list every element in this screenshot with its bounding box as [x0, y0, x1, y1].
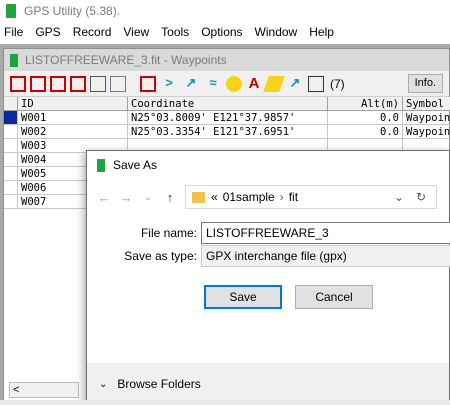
- save-as-title-bar: Save As: [87, 151, 449, 179]
- row-indicator: [4, 181, 18, 195]
- gps-utility-doc-icon: [10, 53, 18, 67]
- text-icon[interactable]: A: [246, 75, 262, 92]
- back-arrow-icon[interactable]: ←: [93, 190, 115, 205]
- forward-arrow-icon[interactable]: →: [115, 190, 137, 205]
- menu-view[interactable]: View: [122, 25, 150, 39]
- recent-locations-chevron-icon[interactable]: ⌄: [137, 192, 159, 203]
- folder-icon: [192, 191, 205, 203]
- toolbar-separator: [130, 76, 136, 92]
- save-as-title: Save As: [113, 158, 158, 172]
- save-type-select[interactable]: GPX interchange file (gpx): [201, 245, 450, 267]
- table-row[interactable]: W002 N25°03.3354' E121°37.6951' 0.0 Wayp…: [4, 125, 450, 139]
- track-icon[interactable]: ≈: [204, 75, 222, 92]
- route-icon[interactable]: ↗: [182, 75, 200, 92]
- info-button[interactable]: Info.: [407, 74, 443, 93]
- gps-utility-dialog-icon: [97, 158, 105, 172]
- menu-tools[interactable]: Tools: [160, 25, 190, 39]
- select-range-icon[interactable]: [30, 75, 46, 92]
- save-type-row: Save as type: GPX interchange file (gpx): [87, 245, 450, 267]
- menu-record[interactable]: Record: [72, 25, 113, 39]
- up-arrow-icon[interactable]: ↑: [159, 190, 181, 205]
- menu-bar: File GPS Record View Tools Options Windo…: [0, 22, 450, 42]
- gps-utility-app-icon: [6, 4, 16, 18]
- column-header-coordinate[interactable]: Coordinate: [128, 97, 328, 111]
- cell-alt: 0.0: [328, 125, 403, 139]
- column-header-id[interactable]: ID: [18, 97, 128, 111]
- waypoint-count: (7): [330, 76, 345, 91]
- menu-file[interactable]: File: [3, 25, 24, 39]
- row-indicator: [4, 111, 18, 125]
- waypoint-icon[interactable]: [140, 75, 156, 92]
- column-header-alt[interactable]: Alt(m): [328, 97, 403, 111]
- status-strip: [0, 400, 450, 405]
- route-edit-icon[interactable]: ↗: [286, 75, 304, 92]
- cell-symbol: Waypoint: [403, 125, 450, 139]
- save-as-dialog: Save As ← → ⌄ ↑ « 01sample › fit ⌄ ↻ Fil…: [86, 150, 450, 405]
- row-indicator: [4, 195, 18, 209]
- browse-folders-toggle[interactable]: ⌄ Browse Folders: [87, 363, 449, 405]
- refresh-icon[interactable]: ↻: [416, 190, 426, 204]
- navigation-row: ← → ⌄ ↑ « 01sample › fit ⌄ ↻: [87, 183, 450, 211]
- menu-options[interactable]: Options: [200, 25, 243, 39]
- map-icon[interactable]: [110, 75, 126, 92]
- menu-help[interactable]: Help: [308, 25, 335, 39]
- row-indicator: [4, 125, 18, 139]
- row-indicator: [4, 167, 18, 181]
- file-name-input[interactable]: LISTOFFREEWARE_3: [201, 222, 450, 244]
- cell-symbol: Waypoint: [403, 111, 450, 125]
- browse-folders-label: Browse Folders: [117, 377, 201, 391]
- save-type-label: Save as type:: [124, 249, 197, 263]
- breadcrumb-chevron-icon: ›: [279, 190, 284, 204]
- breadcrumb-fit[interactable]: fit: [289, 190, 298, 204]
- column-header-symbol[interactable]: Symbol: [403, 97, 450, 111]
- address-bar[interactable]: « 01sample › fit ⌄ ↻: [185, 185, 437, 209]
- marker-icon[interactable]: [226, 75, 242, 92]
- edit-icon[interactable]: [70, 75, 86, 92]
- cancel-button[interactable]: Cancel: [295, 285, 373, 309]
- print-icon[interactable]: [90, 75, 106, 92]
- menu-gps[interactable]: GPS: [34, 25, 61, 39]
- table-header: ID Coordinate Alt(m) Symbol: [4, 97, 450, 111]
- table-icon[interactable]: [308, 75, 324, 92]
- address-dropdown-chevron-icon[interactable]: ⌄: [394, 190, 404, 204]
- select-all-icon[interactable]: [10, 75, 26, 92]
- save-button[interactable]: Save: [204, 285, 282, 309]
- row-indicator: [4, 153, 18, 167]
- scroll-left-arrow-icon[interactable]: <: [13, 384, 19, 396]
- move-icon[interactable]: [50, 75, 66, 92]
- menu-window[interactable]: Window: [254, 25, 299, 39]
- horizontal-scrollbar[interactable]: <: [9, 382, 79, 398]
- app-title: GPS Utility (5.38).: [24, 4, 121, 18]
- file-name-row: File name: LISTOFFREEWARE_3: [87, 222, 450, 244]
- next-icon[interactable]: >: [160, 75, 178, 92]
- path-overflow[interactable]: «: [211, 190, 218, 204]
- cell-id: W002: [18, 125, 128, 139]
- app-title-bar: GPS Utility (5.38).: [0, 0, 450, 22]
- table-row[interactable]: W001 N25°03.8009' E121°37.9857' 0.0 Wayp…: [4, 111, 450, 125]
- row-indicator-header: [4, 97, 18, 111]
- cell-coordinate: N25°03.3354' E121°37.6951': [128, 125, 328, 139]
- row-indicator: [4, 139, 18, 153]
- waypoints-toolbar: > ↗ ≈ A ↗ (7) Info.: [4, 71, 449, 97]
- cell-alt: 0.0: [328, 111, 403, 125]
- chevron-down-icon: ⌄: [99, 378, 108, 390]
- highlight-icon[interactable]: [263, 75, 285, 92]
- waypoints-window-title: LISTOFFREEWARE_3.fit - Waypoints: [25, 53, 227, 67]
- file-name-label: File name:: [140, 226, 197, 240]
- waypoints-window-title-bar: LISTOFFREEWARE_3.fit - Waypoints: [4, 49, 449, 71]
- cell-coordinate: N25°03.8009' E121°37.9857': [128, 111, 328, 125]
- breadcrumb-01sample[interactable]: 01sample: [223, 190, 275, 204]
- cell-id: W001: [18, 111, 128, 125]
